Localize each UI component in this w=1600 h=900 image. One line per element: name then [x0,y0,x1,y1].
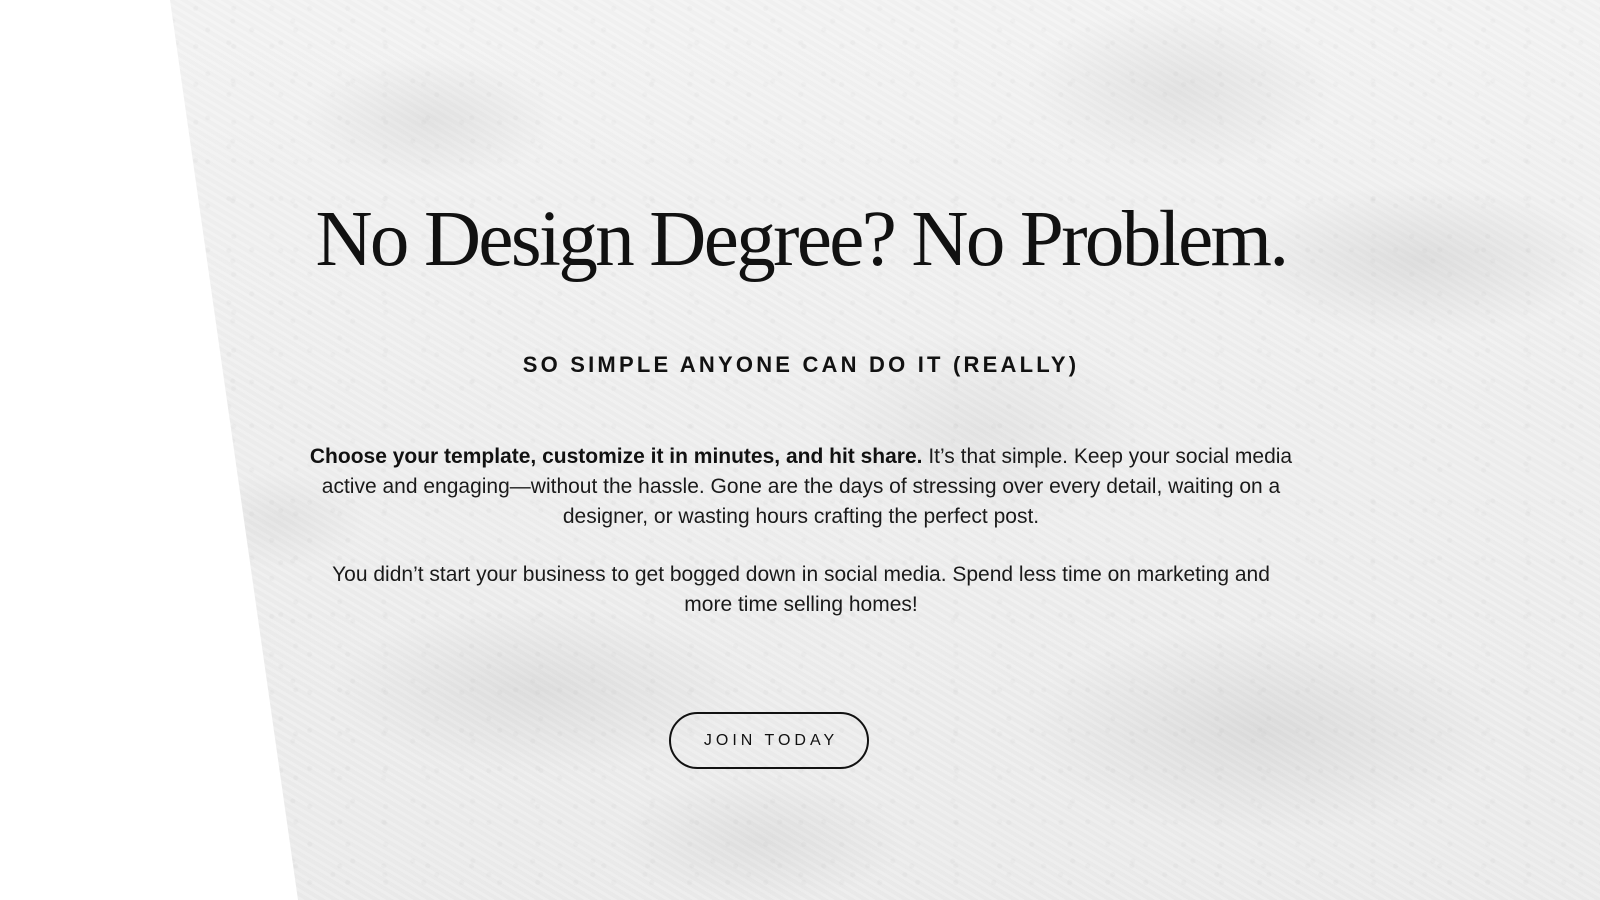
hero-subheading: SO SIMPLE ANYONE CAN DO IT (REALLY) [522,352,1080,377]
hero-headline: No Design Degree? No Problem. [315,196,1289,283]
join-today-button[interactable]: JOIN TODAY [669,712,869,769]
hero-paragraph-2: You didn’t start your business to get bo… [332,563,1270,616]
hero-content: No Design Degree? No Problem. SO SIMPLE … [306,0,1296,900]
hero-paragraph-1-lead: Choose your template, customize it in mi… [309,445,923,468]
hero-paragraph-1: Choose your template, customize it in mi… [306,442,1296,532]
hero-section: No Design Degree? No Problem. SO SIMPLE … [0,0,1600,900]
hero-body-copy: Choose your template, customize it in mi… [306,442,1296,620]
